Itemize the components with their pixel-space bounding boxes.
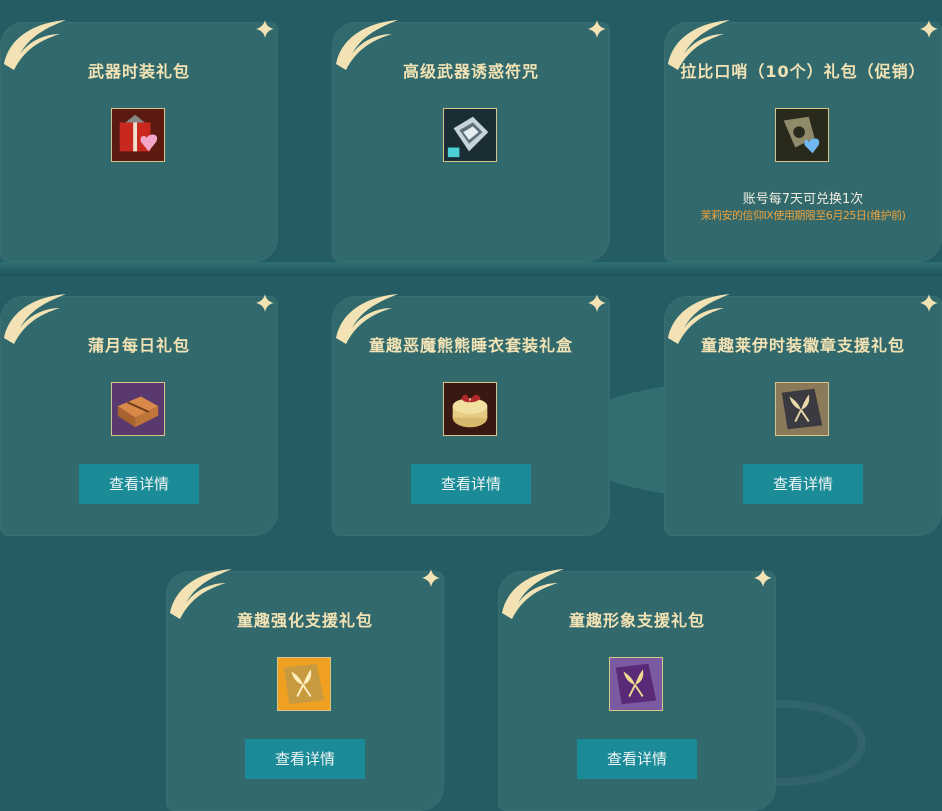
view-details-button[interactable]: 查看详情	[577, 739, 697, 779]
exchange-limit-note: 账号每7天可兑换1次	[742, 192, 864, 207]
sparkle-ornament-icon	[256, 20, 274, 38]
sparkle-ornament-icon	[920, 294, 938, 312]
package-card: 高级武器诱惑符咒	[332, 20, 610, 262]
package-title: 童趣恶魔熊熊睡衣套装礼盒	[368, 336, 573, 355]
view-details-button[interactable]: 查看详情	[743, 464, 863, 504]
purple-gift-box-icon[interactable]	[609, 657, 663, 711]
sparkle-ornament-icon	[588, 20, 606, 38]
background-band	[0, 262, 942, 276]
sparkle-ornament-icon	[754, 569, 772, 587]
sparkle-ornament-icon	[588, 294, 606, 312]
package-card: 拉比口哨（10个）礼包（促销） 账号每7天可兑换1次 茉莉安的信仰IX使用期限至…	[664, 20, 942, 262]
sparkle-ornament-icon	[422, 569, 440, 587]
package-card: 童趣恶魔熊熊睡衣套装礼盒 查看详情	[332, 294, 610, 536]
whistle-heart-icon[interactable]	[775, 108, 829, 162]
package-title: 童趣形象支援礼包	[568, 611, 705, 630]
package-card: 童趣莱伊时装徽章支援礼包 查看详情	[664, 294, 942, 536]
gift-box-heart-icon[interactable]	[111, 108, 165, 162]
package-title: 高级武器诱惑符咒	[402, 62, 539, 81]
package-title: 拉比口哨（10个）礼包（促销）	[680, 62, 926, 81]
brown-parcel-icon[interactable]	[111, 382, 165, 436]
package-card: 童趣形象支援礼包 查看详情	[498, 569, 776, 811]
package-card: 童趣强化支援礼包 查看详情	[166, 569, 444, 811]
package-title: 武器时装礼包	[87, 62, 190, 81]
view-details-button[interactable]: 查看详情	[79, 464, 199, 504]
expiry-note: 茉莉安的信仰IX使用期限至6月25日(维护前)	[700, 209, 906, 222]
sparkle-ornament-icon	[920, 20, 938, 38]
package-card: 武器时装礼包	[0, 20, 278, 262]
package-title: 童趣强化支援礼包	[236, 611, 373, 630]
silver-talisman-icon[interactable]	[443, 108, 497, 162]
package-title: 蒲月每日礼包	[87, 336, 190, 355]
sparkle-ornament-icon	[256, 294, 274, 312]
package-card: 蒲月每日礼包 查看详情	[0, 294, 278, 536]
dark-gift-box-icon[interactable]	[775, 382, 829, 436]
view-details-button[interactable]: 查看详情	[411, 464, 531, 504]
view-details-button[interactable]: 查看详情	[245, 739, 365, 779]
package-title: 童趣莱伊时装徽章支援礼包	[700, 336, 905, 355]
gold-gift-box-icon[interactable]	[277, 657, 331, 711]
round-gift-box-icon[interactable]	[443, 382, 497, 436]
